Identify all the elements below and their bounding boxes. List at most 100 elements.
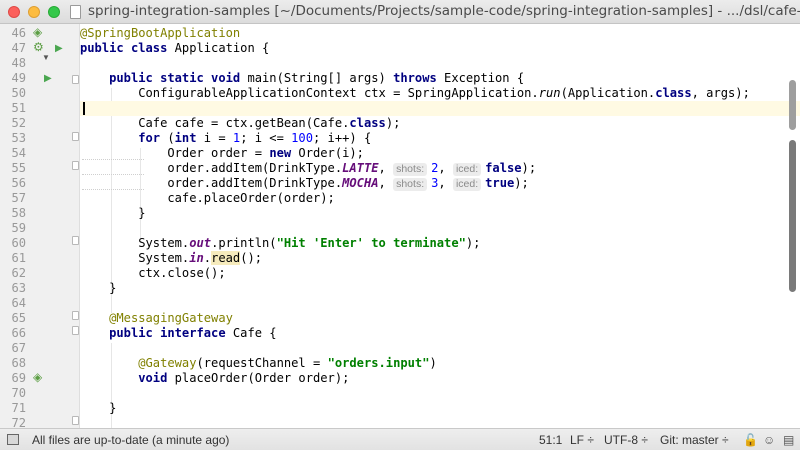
code-line-60[interactable]: System.out.println("Hit 'Enter' to termi…	[80, 236, 800, 251]
line-number: 50	[11, 86, 26, 100]
code-text: main(String[] args)	[240, 71, 394, 85]
keyword-token: class	[349, 116, 386, 130]
code-text: , args);	[691, 86, 750, 100]
keyword-token: void	[138, 371, 168, 385]
file-icon	[70, 5, 81, 19]
line-number: 66	[11, 326, 26, 340]
line-number: 47	[11, 41, 26, 55]
code-line-47[interactable]: public class Application {	[80, 41, 800, 56]
code-text: Application {	[167, 41, 270, 55]
code-text: Exception {	[436, 71, 525, 85]
code-line-52[interactable]: Cafe cafe = ctx.getBean(Cafe.class);	[80, 116, 800, 131]
enum-constant-token: MOCHA	[342, 176, 379, 190]
lock-icon[interactable]: 🔓	[743, 433, 758, 447]
fold-marker-icon[interactable]	[72, 132, 79, 141]
static-method-token: run	[538, 86, 561, 100]
maximize-window-button[interactable]	[48, 6, 60, 18]
encoding-selector[interactable]: UTF-8 ÷	[604, 433, 648, 447]
code-text: placeOrder(Order order);	[167, 371, 350, 385]
line-number: 59	[11, 221, 26, 235]
code-line-56[interactable]: order.addItem(DrinkType.MOCHA, shots: 3, …	[80, 176, 800, 191]
line-number: 55	[11, 161, 26, 175]
code-line-68[interactable]: @Gateway(requestChannel = "orders.input"…	[80, 356, 800, 371]
code-line-65[interactable]: @MessagingGateway	[80, 311, 800, 326]
code-line-50[interactable]: ConfigurableApplicationContext ctx = Spr…	[80, 86, 800, 101]
highlighted-usage: read	[211, 251, 241, 265]
keyword-token: false	[485, 161, 522, 175]
string-token: "Hit 'Enter' to terminate"	[276, 236, 466, 250]
code-line-55[interactable]: order.addItem(DrinkType.LATTE, shots: 2, …	[80, 161, 800, 176]
line-number: 65	[11, 311, 26, 325]
line-number: 48	[11, 56, 26, 70]
parameter-hint: iced:	[452, 163, 482, 176]
event-log-icon[interactable]: ▤	[783, 433, 794, 447]
code-text: System.	[138, 236, 190, 250]
status-message[interactable]: All files are up-to-date (a minute ago)	[32, 433, 229, 447]
parameter-hint: shots:	[393, 163, 428, 176]
code-text: cafe.placeOrder(order);	[167, 191, 335, 205]
code-text: );	[385, 116, 401, 130]
line-number: 71	[11, 401, 26, 415]
hector-icon[interactable]: ☺	[763, 433, 775, 447]
code-line-61[interactable]: System.in.read();	[80, 251, 800, 266]
spring-bean-icon[interactable]: ◈	[33, 26, 42, 39]
code-line-71[interactable]: }	[80, 401, 800, 416]
line-number: 46	[11, 26, 26, 40]
fold-marker-icon[interactable]	[72, 75, 79, 84]
caret-position[interactable]: 51:1	[539, 433, 562, 447]
code-line-62[interactable]: ctx.close();	[80, 266, 800, 281]
keyword-token: int	[174, 131, 197, 145]
fold-marker-icon[interactable]	[72, 236, 79, 245]
line-number: 53	[11, 131, 26, 145]
minimize-window-button[interactable]	[28, 6, 40, 18]
code-text: Order order =	[167, 146, 270, 160]
code-text: order.addItem(DrinkType.	[167, 161, 343, 175]
fold-marker-icon[interactable]	[72, 311, 79, 320]
line-separator-selector[interactable]: LF ÷	[570, 433, 594, 447]
code-text: Order(i);	[291, 146, 364, 160]
line-number: 68	[11, 356, 26, 370]
code-line-53[interactable]: for (int i = 1; i <= 100; i++) {	[80, 131, 800, 146]
current-line-51[interactable]	[80, 101, 800, 116]
static-field-token: in	[189, 251, 204, 265]
chevron-down-icon[interactable]: ▼	[42, 51, 50, 64]
fold-marker-icon[interactable]	[72, 161, 79, 170]
fold-marker-icon[interactable]	[72, 416, 79, 425]
fold-marker-icon[interactable]	[72, 326, 79, 335]
run-gutter-icon[interactable]: ▶	[55, 42, 63, 55]
static-field-token: out	[189, 236, 212, 250]
spring-bean-icon[interactable]: ◈	[33, 371, 42, 384]
editor-gutter[interactable]: 46 47 48 49 50 51 52 53 54 55 56 57 58 5…	[0, 24, 80, 430]
code-text: }	[109, 401, 117, 415]
code-line-63[interactable]: }	[80, 281, 800, 296]
code-line-66[interactable]: public interface Cafe {	[80, 326, 800, 341]
code-line-58[interactable]: }	[80, 206, 800, 221]
code-text: ConfigurableApplicationContext ctx = Spr…	[138, 86, 539, 100]
code-text: System.	[138, 251, 190, 265]
keyword-token: class	[655, 86, 692, 100]
scrollbar-thumb[interactable]	[789, 80, 796, 130]
line-number: 56	[11, 176, 26, 190]
code-text: }	[138, 206, 146, 220]
keyword-token: public static void	[109, 71, 241, 85]
code-text: Cafe {	[225, 326, 277, 340]
code-editor[interactable]: @SpringBootApplication public class Appl…	[80, 24, 800, 428]
code-line-69[interactable]: void placeOrder(Order order);	[80, 371, 800, 386]
number-token: 100	[291, 131, 313, 145]
line-number: 54	[11, 146, 26, 160]
code-line-54[interactable]: Order order = new Order(i);	[80, 146, 800, 161]
line-number: 64	[11, 296, 26, 310]
close-window-button[interactable]	[8, 6, 20, 18]
line-number: 61	[11, 251, 26, 265]
line-number: 52	[11, 116, 26, 130]
code-line-57[interactable]: cafe.placeOrder(order);	[80, 191, 800, 206]
code-line-46[interactable]: @SpringBootApplication	[80, 26, 800, 41]
scrollbar-thumb[interactable]	[789, 140, 796, 292]
run-gutter-icon[interactable]: ▶	[44, 72, 52, 85]
title-bar: spring-integration-samples [~/Documents/…	[0, 0, 800, 24]
code-line-49[interactable]: public static void main(String[] args) t…	[80, 71, 800, 86]
tool-window-toggle-icon[interactable]	[7, 434, 19, 445]
vcs-branch-selector[interactable]: Git: master ÷	[660, 433, 729, 447]
line-number: 63	[11, 281, 26, 295]
status-bar: All files are up-to-date (a minute ago) …	[0, 428, 800, 450]
